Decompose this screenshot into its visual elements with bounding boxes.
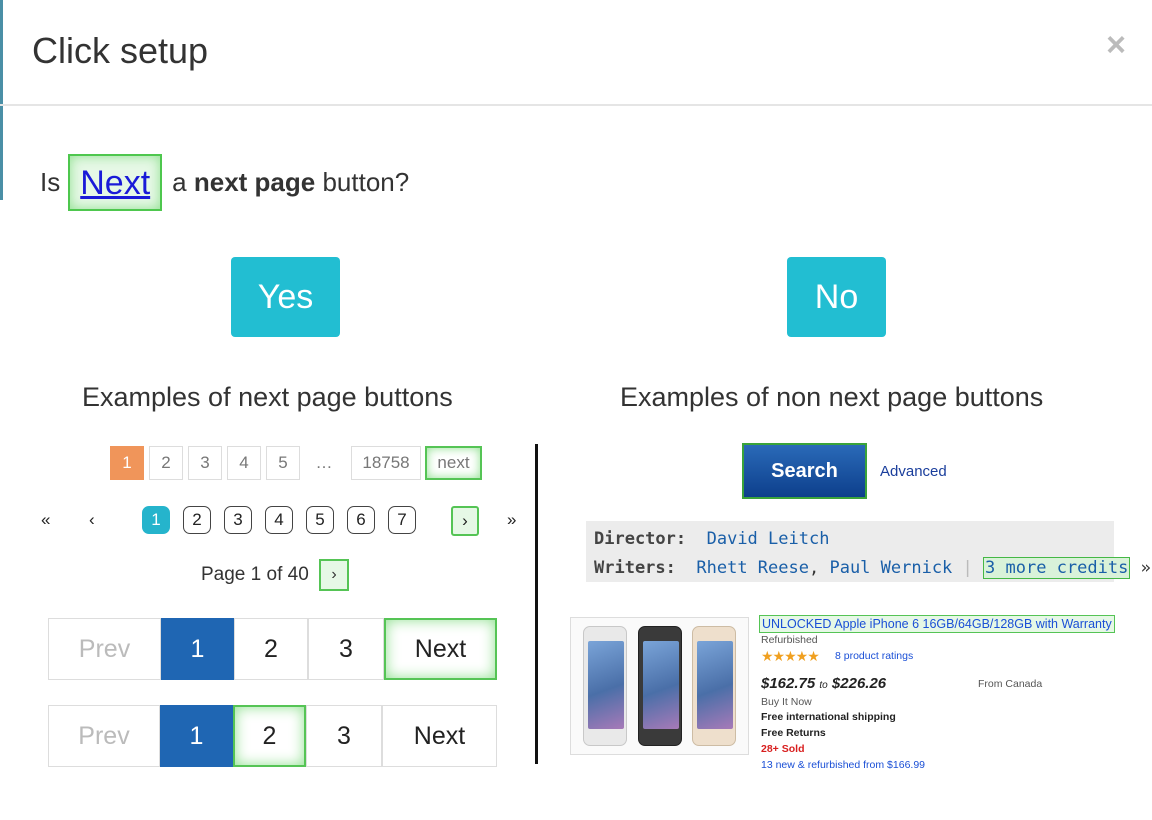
page-of-text: Page 1 of 40 — [201, 564, 309, 585]
page-item: 5 — [306, 506, 334, 534]
page-item-last: 18758 — [351, 446, 421, 480]
page-item: 3 — [306, 705, 382, 767]
page-item: 1 — [161, 618, 234, 680]
column-divider — [535, 444, 538, 764]
more-arrow: » — [1140, 558, 1151, 578]
example-pagination-5: Prev 1 2 3 Next — [48, 705, 497, 767]
refurbished-link: 13 new & refurbished from $166.99 — [761, 759, 926, 771]
first-page-icon: « — [41, 510, 51, 529]
page-item: 2 — [183, 506, 211, 534]
page-ellipsis: … — [306, 446, 342, 480]
example-search-button: Search — [742, 443, 867, 499]
phone-space-gray — [638, 626, 682, 746]
page-item: 2 — [234, 618, 308, 680]
page-item: 7 — [388, 506, 416, 534]
last-page-icon: » — [507, 510, 517, 529]
writers-label: Writers: — [594, 558, 676, 578]
director-row: Director: David Leitch — [594, 529, 829, 549]
close-icon[interactable]: × — [1106, 26, 1126, 65]
sold-count: 28+ Sold — [761, 743, 805, 755]
director-link: David Leitch — [706, 529, 830, 549]
phone-silver — [583, 626, 627, 746]
page-item: 1 — [160, 705, 233, 767]
phone-gold — [692, 626, 736, 746]
page-item: 2 — [149, 446, 183, 480]
page-item: 5 — [266, 446, 300, 480]
prev-page-icon: ‹ — [89, 510, 95, 529]
buy-type: Buy It Now — [761, 696, 812, 708]
writer-comma: , — [808, 558, 820, 578]
next-item: Next — [382, 705, 497, 767]
page-item: 3 — [188, 446, 222, 480]
example-credits-box: Director: David Leitch Writers: Rhett Re… — [586, 521, 1151, 582]
product-image — [570, 617, 749, 755]
credits-separator: | — [962, 558, 973, 578]
modal-header: Click setup × — [0, 0, 1152, 106]
example-page-2-highlighted: 2 — [233, 705, 306, 767]
page-item: 3 — [224, 506, 252, 534]
yes-button[interactable]: Yes — [231, 257, 340, 337]
question-middle: a — [172, 166, 187, 197]
prev-item: Prev — [48, 705, 160, 767]
writers-row: Writers: Rhett Reese, Paul Wernick | 3 m… — [594, 557, 1151, 579]
page-item: 1 — [110, 446, 144, 480]
candidate-element-preview: Next — [68, 153, 163, 211]
no-button[interactable]: No — [787, 257, 886, 337]
product-ratings: 8 product ratings — [835, 650, 914, 662]
candidate-link-text: Next — [80, 163, 151, 202]
example-next-highlighted: › — [451, 506, 479, 536]
example-next-highlighted: Next — [384, 618, 497, 680]
non-next-examples-title: Examples of non next page buttons — [620, 382, 1044, 412]
product-origin: From Canada — [978, 678, 1043, 690]
example-advanced-link: Advanced — [880, 463, 947, 480]
rating-stars-icon: ★★★★★ — [761, 648, 820, 664]
example-next-highlighted: next — [425, 446, 482, 480]
price-to: to — [819, 680, 828, 691]
page-item: 1 — [142, 506, 170, 534]
question: Is Next a next page button? — [40, 146, 409, 218]
writer-link: Paul Wernick — [829, 558, 953, 578]
page-item: 4 — [227, 446, 261, 480]
page-item: 3 — [308, 618, 384, 680]
page-item: 4 — [265, 506, 293, 534]
product-condition: Refurbished — [761, 634, 818, 646]
question-bold: next page — [193, 166, 316, 197]
product-price: $162.75 to $226.26 — [761, 675, 886, 692]
example-more-credits-highlighted: 3 more credits — [983, 557, 1131, 579]
modal-title: Click setup — [32, 30, 209, 71]
director-label: Director: — [594, 529, 687, 549]
question-prefix: Is — [40, 166, 61, 197]
next-examples-title: Examples of next page buttons — [82, 382, 453, 412]
prev-item: Prev — [48, 618, 161, 680]
question-suffix: button? — [322, 166, 410, 197]
writer-link: Rhett Reese — [696, 558, 809, 578]
page-item: 6 — [347, 506, 375, 534]
shipping-info: Free international shipping — [761, 711, 896, 723]
example-product-title-highlighted: UNLOCKED Apple iPhone 6 16GB/64GB/128GB … — [759, 615, 1115, 633]
click-setup-modal: Click setup × Is Next a next page button… — [0, 0, 1152, 820]
price-low: $162.75 — [761, 675, 816, 692]
example-pagination-4: Prev 1 2 3 Next — [48, 618, 497, 680]
example-next-highlighted: › — [319, 559, 349, 591]
price-high: $226.26 — [831, 675, 887, 692]
returns-info: Free Returns — [761, 727, 826, 739]
